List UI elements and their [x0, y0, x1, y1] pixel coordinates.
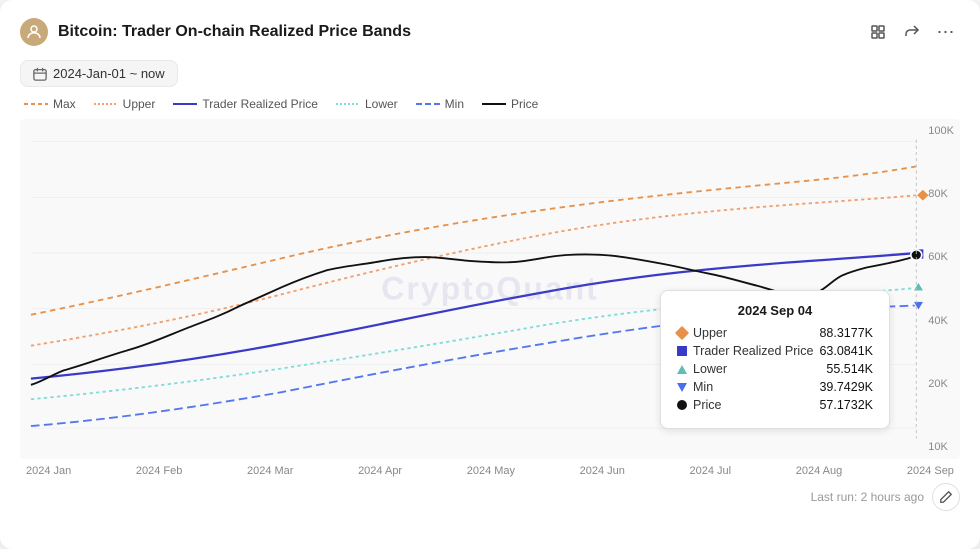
- trader-legend-icon: [173, 100, 197, 108]
- chart-footer: Last run: 2 hours ago: [20, 483, 960, 511]
- min-marker-icon: [677, 383, 687, 392]
- tooltip-upper-val: 88.3177K: [819, 326, 873, 340]
- last-run-label: Last run: 2 hours ago: [811, 490, 924, 504]
- legend-price-label: Price: [511, 97, 538, 111]
- avatar: [20, 18, 48, 46]
- legend-upper: Upper: [94, 97, 156, 111]
- tooltip-trader-val: 63.0841K: [819, 344, 873, 358]
- lower-marker-icon: [677, 365, 687, 374]
- chart-header: Bitcoin: Trader On-chain Realized Price …: [20, 18, 960, 46]
- price-marker-icon: [677, 400, 687, 410]
- legend-trader: Trader Realized Price: [173, 97, 318, 111]
- header-left: Bitcoin: Trader On-chain Realized Price …: [20, 18, 411, 46]
- price-legend-icon: [482, 100, 506, 108]
- tooltip-title: 2024 Sep 04: [677, 303, 873, 318]
- min-legend-icon: [416, 100, 440, 108]
- chart-card: Bitcoin: Trader On-chain Realized Price …: [0, 0, 980, 549]
- page-title: Bitcoin: Trader On-chain Realized Price …: [58, 23, 411, 41]
- tooltip-min-label: Min: [693, 380, 713, 394]
- legend-lower: Lower: [336, 97, 398, 111]
- chart-legend: Max Upper Trader Realized Price Lower Mi…: [20, 97, 960, 111]
- tooltip-trader-label: Trader Realized Price: [693, 344, 813, 358]
- header-icons: ⋯: [864, 18, 960, 46]
- expand-button[interactable]: [864, 18, 892, 46]
- max-legend-icon: [24, 100, 48, 108]
- tooltip-upper-label: Upper: [693, 326, 727, 340]
- tooltip-row-price: Price 57.1732K: [677, 398, 873, 412]
- trader-marker-icon: [677, 346, 687, 356]
- tooltip: 2024 Sep 04 Upper 88.3177K Trader Realiz…: [660, 290, 890, 429]
- legend-upper-label: Upper: [123, 97, 156, 111]
- legend-max: Max: [24, 97, 76, 111]
- y-axis-labels: 100K 80K 60K 40K 20K 10K: [928, 119, 954, 459]
- legend-min: Min: [416, 97, 464, 111]
- tooltip-row-lower: Lower 55.514K: [677, 362, 873, 376]
- share-button[interactable]: [898, 18, 926, 46]
- upper-marker-icon: [675, 326, 689, 340]
- tooltip-min-val: 39.7429K: [819, 380, 873, 394]
- legend-max-label: Max: [53, 97, 76, 111]
- date-filter-button[interactable]: 2024-Jan-01 ~ now: [20, 60, 178, 87]
- calendar-icon: [33, 67, 47, 81]
- lower-legend-icon: [336, 100, 360, 108]
- tooltip-row-upper: Upper 88.3177K: [677, 326, 873, 340]
- legend-min-label: Min: [445, 97, 464, 111]
- edit-button[interactable]: [932, 483, 960, 511]
- tooltip-lower-val: 55.514K: [826, 362, 873, 376]
- tooltip-row-min: Min 39.7429K: [677, 380, 873, 394]
- tooltip-price-val: 57.1732K: [819, 398, 873, 412]
- legend-price: Price: [482, 97, 538, 111]
- tooltip-price-label: Price: [693, 398, 721, 412]
- legend-trader-label: Trader Realized Price: [202, 97, 318, 111]
- tooltip-lower-label: Lower: [693, 362, 727, 376]
- more-button[interactable]: ⋯: [932, 18, 960, 46]
- upper-legend-icon: [94, 100, 118, 108]
- chart-area: 100K 80K 60K 40K 20K 10K CryptoQuant: [20, 119, 960, 459]
- date-filter-label: 2024-Jan-01 ~ now: [53, 66, 165, 81]
- x-axis-labels: 2024 Jan 2024 Feb 2024 Mar 2024 Apr 2024…: [20, 461, 960, 477]
- legend-lower-label: Lower: [365, 97, 398, 111]
- tooltip-row-trader: Trader Realized Price 63.0841K: [677, 344, 873, 358]
